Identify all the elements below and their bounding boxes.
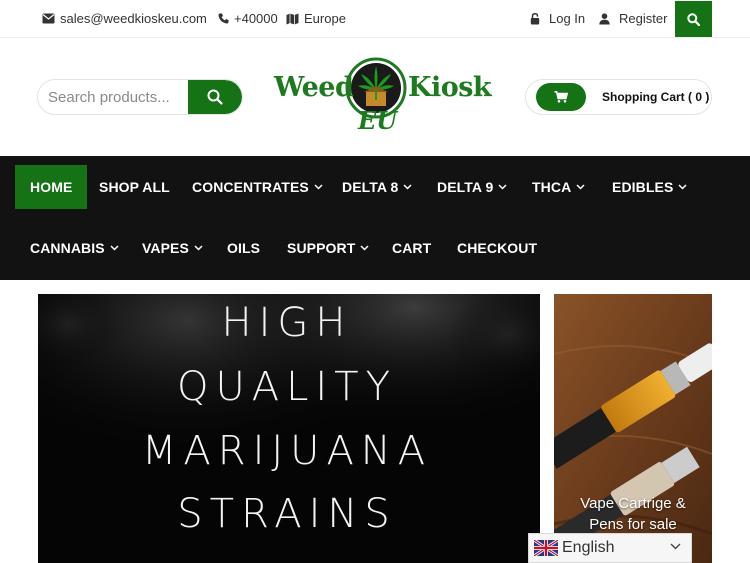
nav-label: DELTA 8 <box>342 179 399 195</box>
top-search-button[interactable] <box>675 1 712 37</box>
nav-item-checkout[interactable]: CHECKOUT <box>442 226 552 270</box>
search-input[interactable] <box>38 80 190 114</box>
chevron-down-icon <box>360 244 369 251</box>
vape-caption-line-2: Pens for sale <box>589 516 677 533</box>
nav-item-vapes[interactable]: VAPES <box>127 226 218 270</box>
map-icon <box>286 13 299 24</box>
nav-item-concentrates[interactable]: CONCENTRATES <box>177 165 338 209</box>
nav-label: SHOP ALL <box>99 179 170 195</box>
phone-text: +40000 <box>234 11 278 26</box>
nav-item-thca[interactable]: THCA <box>517 165 600 209</box>
search-icon <box>207 89 223 105</box>
nav-label: THCA <box>532 179 572 195</box>
location-link[interactable]: Europe <box>286 11 346 26</box>
user-icon <box>599 12 610 24</box>
register-link[interactable]: Register <box>599 11 667 26</box>
nav-item-support[interactable]: SUPPORT <box>272 226 384 270</box>
nav-label: VAPES <box>142 240 189 256</box>
hero-line-1: HIGH <box>221 300 353 346</box>
nav-item-cart[interactable]: CART <box>377 226 446 270</box>
search-button[interactable] <box>188 80 242 114</box>
login-label: Log In <box>549 11 586 26</box>
nav-item-edibles[interactable]: EDIBLES <box>597 165 702 209</box>
chevron-down-icon <box>576 183 585 190</box>
site-logo[interactable]: Weed Kiosk EU <box>270 56 492 138</box>
cart-label: Shopping Cart ( 0 ) <box>602 90 710 104</box>
nav-item-delta-8[interactable]: DELTA 8 <box>327 165 427 209</box>
shopping-cart-button[interactable]: Shopping Cart ( 0 ) <box>525 79 712 115</box>
nav-item-shop-all[interactable]: SHOP ALL <box>84 165 185 209</box>
chevron-down-icon <box>670 543 681 550</box>
phone-link[interactable]: +40000 <box>218 11 278 26</box>
hero-line-4: STRAINS <box>177 491 397 537</box>
login-link[interactable]: Log In <box>530 11 585 26</box>
main-navigation: HOME SHOP ALL CONCENTRATES DELTA 8 DELTA… <box>0 156 750 280</box>
language-selector[interactable]: English <box>528 533 692 563</box>
chevron-down-icon <box>498 183 507 190</box>
nav-label: SUPPORT <box>287 240 356 256</box>
email-link[interactable]: sales@weedkioskeu.com <box>42 11 207 26</box>
hero-line-3: MARIJUANA <box>141 428 433 474</box>
phone-icon <box>218 13 229 24</box>
chevron-down-icon <box>194 244 203 251</box>
register-label: Register <box>619 11 668 26</box>
nav-label: CHECKOUT <box>457 240 538 256</box>
nav-label: CART <box>392 240 432 256</box>
chevron-down-icon <box>678 183 687 190</box>
cart-icon-wrap <box>536 83 586 111</box>
nav-label: CANNABIS <box>30 240 105 256</box>
nav-item-oils[interactable]: OILS <box>212 226 275 270</box>
vape-caption-line-1: Vape Cartrige & <box>580 495 686 512</box>
search-icon <box>687 12 700 26</box>
hero-line-2: QUALITY <box>176 364 398 410</box>
email-text: sales@weedkioskeu.com <box>60 11 207 26</box>
logo-word-weed: Weed <box>274 72 354 103</box>
envelope-icon <box>42 13 55 24</box>
chevron-down-icon <box>403 183 412 190</box>
vape-promo-banner[interactable]: Vape Cartrige & Pens for sale <box>554 294 712 563</box>
lock-icon <box>530 12 540 24</box>
hero-banner[interactable]: HIGH QUALITY MARIJUANA STRAINS <box>38 294 540 563</box>
chevron-down-icon <box>110 244 119 251</box>
top-bar: sales@weedkioskeu.com +40000 Europe Log … <box>0 0 750 38</box>
uk-flag-icon <box>534 540 558 556</box>
product-search <box>37 79 243 115</box>
shopping-cart-icon <box>554 91 568 103</box>
nav-item-delta-9[interactable]: DELTA 9 <box>422 165 522 209</box>
language-label: English <box>562 539 615 556</box>
logo-word-eu: EU <box>358 106 398 135</box>
nav-item-home[interactable]: HOME <box>15 165 88 209</box>
nav-label: CONCENTRATES <box>192 179 309 195</box>
vape-caption: Vape Cartrige & Pens for sale <box>554 493 712 535</box>
nav-label: DELTA 9 <box>437 179 494 195</box>
chevron-down-icon <box>314 183 323 190</box>
nav-label: HOME <box>30 179 73 195</box>
logo-word-kiosk: Kiosk <box>408 72 492 103</box>
nav-label: OILS <box>227 240 261 256</box>
nav-item-cannabis[interactable]: CANNABIS <box>15 226 134 270</box>
nav-label: EDIBLES <box>612 179 674 195</box>
location-text: Europe <box>304 11 346 26</box>
